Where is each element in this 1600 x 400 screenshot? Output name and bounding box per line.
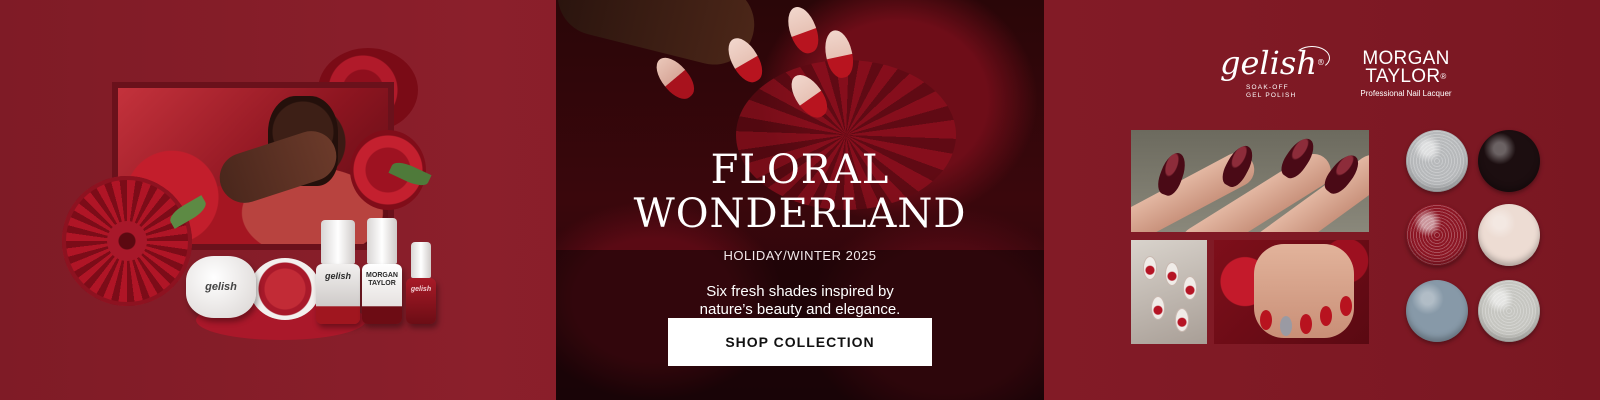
red-nail	[1260, 310, 1272, 330]
swatch-slate-blue	[1406, 280, 1468, 342]
promo-banner[interactable]: gelish gelish MORGAN TAYLOR gelish FLORA…	[0, 0, 1600, 400]
tagline-line1: Six fresh shades inspired by	[706, 283, 894, 300]
nail-photo-floral-art	[1131, 240, 1207, 344]
product-collage: gelish gelish MORGAN TAYLOR gelish	[0, 0, 556, 400]
swatch-cream	[1478, 204, 1540, 266]
bottle-cap	[411, 242, 431, 278]
floral-nail	[1165, 262, 1179, 286]
nail-photo-red-hand	[1214, 240, 1369, 344]
floral-nail	[1143, 256, 1157, 280]
red-nail	[1300, 314, 1312, 334]
gelish-small-bottle: gelish	[406, 242, 436, 324]
collection-title-line2: Wonderland	[633, 191, 967, 237]
jar-lid	[250, 258, 320, 320]
gelish-swirl-icon	[1294, 46, 1330, 70]
bottle-label: gelish	[410, 286, 432, 293]
tagline-line2: nature’s beauty and elegance.	[699, 301, 901, 318]
floral-nail	[1151, 296, 1165, 320]
hero-nail	[782, 3, 824, 57]
floral-nail	[1183, 276, 1197, 300]
swatch-red-glitter	[1406, 204, 1468, 266]
red-nail	[1340, 296, 1352, 316]
bottle-label-line2: TAYLOR	[368, 279, 396, 287]
hero-panel: Floral Wonderland HOLIDAY/WINTER 2025 Si…	[556, 0, 1044, 400]
gelish-logo[interactable]: gelish® SOAK-OFF GEL POLISH	[1220, 46, 1330, 106]
registered-mark: ®	[1440, 72, 1447, 81]
floral-nail	[1175, 308, 1189, 332]
collection-title: Floral Wonderland	[556, 148, 1044, 236]
swatch-silver-glitter	[1406, 130, 1468, 192]
bottle-body: MORGAN TAYLOR	[362, 264, 402, 324]
bottle-body: gelish	[406, 278, 436, 324]
season-label: HOLIDAY/WINTER 2025	[723, 248, 877, 263]
swatch-silver-shimmer	[1478, 280, 1540, 342]
nail-photo-burgundy	[1131, 130, 1369, 232]
morgan-taylor-line2: TAYLOR®	[1346, 66, 1466, 87]
morgan-taylor-subtitle: Professional Nail Lacquer	[1360, 89, 1452, 98]
bottle-body: gelish	[316, 264, 360, 324]
gelish-subtitle-line1: SOAK-OFF	[1246, 84, 1289, 91]
jar-label: gelish	[205, 281, 237, 293]
brand-logos: gelish® SOAK-OFF GEL POLISH MORGAN TAYLO…	[1220, 46, 1480, 106]
swatch-black	[1478, 130, 1540, 192]
bottle-cap	[367, 218, 397, 264]
collection-tagline: Six fresh shades inspired by nature’s be…	[556, 283, 1044, 319]
gelish-subtitle-line2: GEL POLISH	[1246, 92, 1297, 99]
morgan-taylor-line2-text: TAYLOR	[1365, 66, 1441, 87]
bottle-label-line1: MORGAN	[366, 272, 398, 279]
red-nail	[1320, 306, 1332, 326]
brand-swatch-panel: gelish® SOAK-OFF GEL POLISH MORGAN TAYLO…	[1044, 0, 1600, 400]
shop-collection-button[interactable]: SHOP COLLECTION	[668, 318, 932, 366]
gelish-bottle: gelish	[316, 220, 360, 324]
bottle-label: gelish	[324, 271, 351, 281]
collection-title-line1: Floral	[710, 147, 890, 193]
bottle-cap	[321, 220, 355, 264]
gelish-jar: gelish	[186, 256, 256, 318]
morgan-taylor-logo[interactable]: MORGAN TAYLOR® Professional Nail Lacquer	[1346, 49, 1466, 98]
morgan-taylor-bottle: MORGAN TAYLOR	[362, 218, 402, 324]
red-dahlia-flower	[62, 176, 192, 306]
hero-copy: Floral Wonderland HOLIDAY/WINTER 2025 Si…	[556, 148, 1044, 319]
silver-nail	[1280, 316, 1292, 336]
gelish-subtitle: SOAK-OFF GEL POLISH	[1246, 84, 1296, 100]
